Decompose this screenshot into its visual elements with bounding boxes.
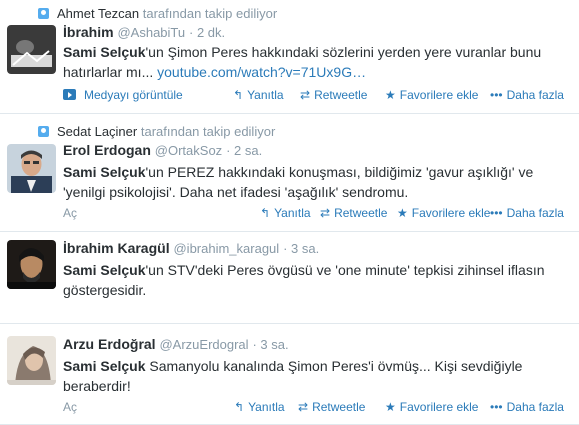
more-label: Daha fazla [506,400,564,414]
retweet-label: Retweetle [314,88,368,102]
author-handle[interactable]: @ibrahim_karagul [173,241,279,256]
mention-bold: Sami Selçuk [63,262,146,278]
tweet-header: Arzu Erdoğral @ArzuErdogral · 3 sa. [63,336,289,352]
more-button[interactable]: ••• Daha fazla [490,88,564,102]
view-media-button[interactable]: Medyayı görüntüle [63,88,183,102]
reply-icon: ↰ [233,88,244,102]
tweet-text: Sami Selçuk'un PEREZ hakkındaki konuşmas… [63,162,568,202]
follow-context: Sedat Laçiner tarafından takip ediliyor [38,124,275,139]
reply-icon: ↰ [260,206,271,220]
timeline: Ahmet Tezcan tarafından takip ediliyor İ… [0,0,579,425]
author-handle[interactable]: @AshabiTu [117,25,185,40]
tweet-time[interactable]: · 2 sa. [226,143,262,158]
avatar[interactable] [7,336,56,385]
mention-bold: Sami Selçuk [63,358,146,374]
tweet-header: Erol Erdogan @OrtakSoz · 2 sa. [63,142,262,158]
tweet-link[interactable]: youtube.com/watch?v=71Ux9G… [157,64,366,80]
favorite-button[interactable]: ★ Favorilere ekle [397,206,490,220]
retweet-button[interactable]: ⇄ Retweetle [320,206,387,220]
author-handle[interactable]: @OrtakSoz [155,143,222,158]
retweet-icon: ⇄ [298,400,309,414]
reply-button[interactable]: ↰ Yanıtla [233,88,284,102]
star-icon: ★ [385,88,396,102]
user-follow-icon [38,126,49,137]
tweet-text: Sami Selçuk Samanyolu kanalında Şimon Pe… [63,356,568,396]
tweet-text: Sami Selçuk'un Şimon Peres hakkındaki sö… [63,42,568,82]
favorite-button[interactable]: ★ Favorilere ekle [385,400,478,414]
context-user-link[interactable]: Sedat Laçiner [57,124,137,139]
more-label: Daha fazla [506,206,564,220]
tweet[interactable]: Ahmet Tezcan tarafından takip ediliyor İ… [0,0,579,114]
retweet-label: Retweetle [312,400,366,414]
more-icon: ••• [490,400,503,414]
tweet-actions: Medyayı görüntüle ↰ Yanıtla ⇄ Retweetle ★ F… [0,88,579,104]
tweet[interactable]: Sedat Laçiner tarafından takip ediliyor … [0,114,579,232]
tweet-actions: ↰ Yanıtla ⇄ Retweetle ★ Favorilere ekle •••… [0,206,579,222]
author-handle[interactable]: @ArzuErdogral [159,337,248,352]
reply-label: Yanıtla [247,88,284,102]
context-suffix: tarafından takip ediliyor [140,124,276,139]
more-button[interactable]: ••• Daha fazla [490,206,564,220]
favorite-label: Favorilere ekle [399,400,479,414]
tweet-text: Sami Selçuk'un STV'deki Peres övgüsü ve … [63,260,568,300]
context-suffix: tarafından takip ediliyor [142,6,278,21]
author-name[interactable]: İbrahim [63,24,114,40]
media-icon [63,89,76,100]
reply-label: Yanıtla [248,400,285,414]
tweet[interactable]: İbrahim Karagül @ibrahim_karagul · 3 sa.… [0,232,579,324]
reply-label: Yanıtla [274,206,311,220]
reply-button[interactable]: ↰ Yanıtla [234,400,285,414]
reply-icon: ↰ [234,400,245,414]
retweet-icon: ⇄ [300,88,311,102]
more-button[interactable]: ••• Daha fazla [490,400,564,414]
tweet[interactable]: Arzu Erdoğral @ArzuErdogral · 3 sa. Sami… [0,324,579,425]
tweet-header: İbrahim Karagül @ibrahim_karagul · 3 sa. [63,240,319,256]
tweet-actions: ↰ Yanıtla ⇄ Retweetle ★ Favorilere ekle •••… [0,400,579,416]
context-user-link[interactable]: Ahmet Tezcan [57,6,139,21]
mention-bold: Sami Selçuk [63,44,146,60]
more-label: Daha fazla [506,88,564,102]
retweet-label: Retweetle [334,206,388,220]
star-icon: ★ [385,400,396,414]
tweet-time[interactable]: · 2 dk. [189,25,225,40]
more-icon: ••• [490,88,503,102]
follow-context: Ahmet Tezcan tarafından takip ediliyor [38,6,277,21]
favorite-label: Favorilere ekle [399,88,479,102]
author-name[interactable]: Erol Erdogan [63,142,151,158]
mention-bold: Sami Selçuk [63,164,146,180]
avatar[interactable] [7,144,56,193]
author-name[interactable]: Arzu Erdoğral [63,336,156,352]
avatar[interactable] [7,240,56,289]
reply-button[interactable]: ↰ Yanıtla [260,206,311,220]
tweet-time[interactable]: · 3 sa. [252,337,288,352]
tweet-time[interactable]: · 3 sa. [283,241,319,256]
tweet-header: İbrahim @AshabiTu · 2 dk. [63,24,225,40]
star-icon: ★ [397,206,408,220]
author-name[interactable]: İbrahim Karagül [63,240,170,256]
retweet-button[interactable]: ⇄ Retweetle [300,88,367,102]
favorite-button[interactable]: ★ Favorilere ekle [385,88,478,102]
favorite-label: Favorilere ekle [411,206,491,220]
retweet-icon: ⇄ [320,206,331,220]
view-media-label: Medyayı görüntüle [84,88,183,102]
more-icon: ••• [490,206,503,220]
user-follow-icon [38,8,49,19]
retweet-button[interactable]: ⇄ Retweetle [298,400,365,414]
avatar[interactable] [7,25,56,74]
